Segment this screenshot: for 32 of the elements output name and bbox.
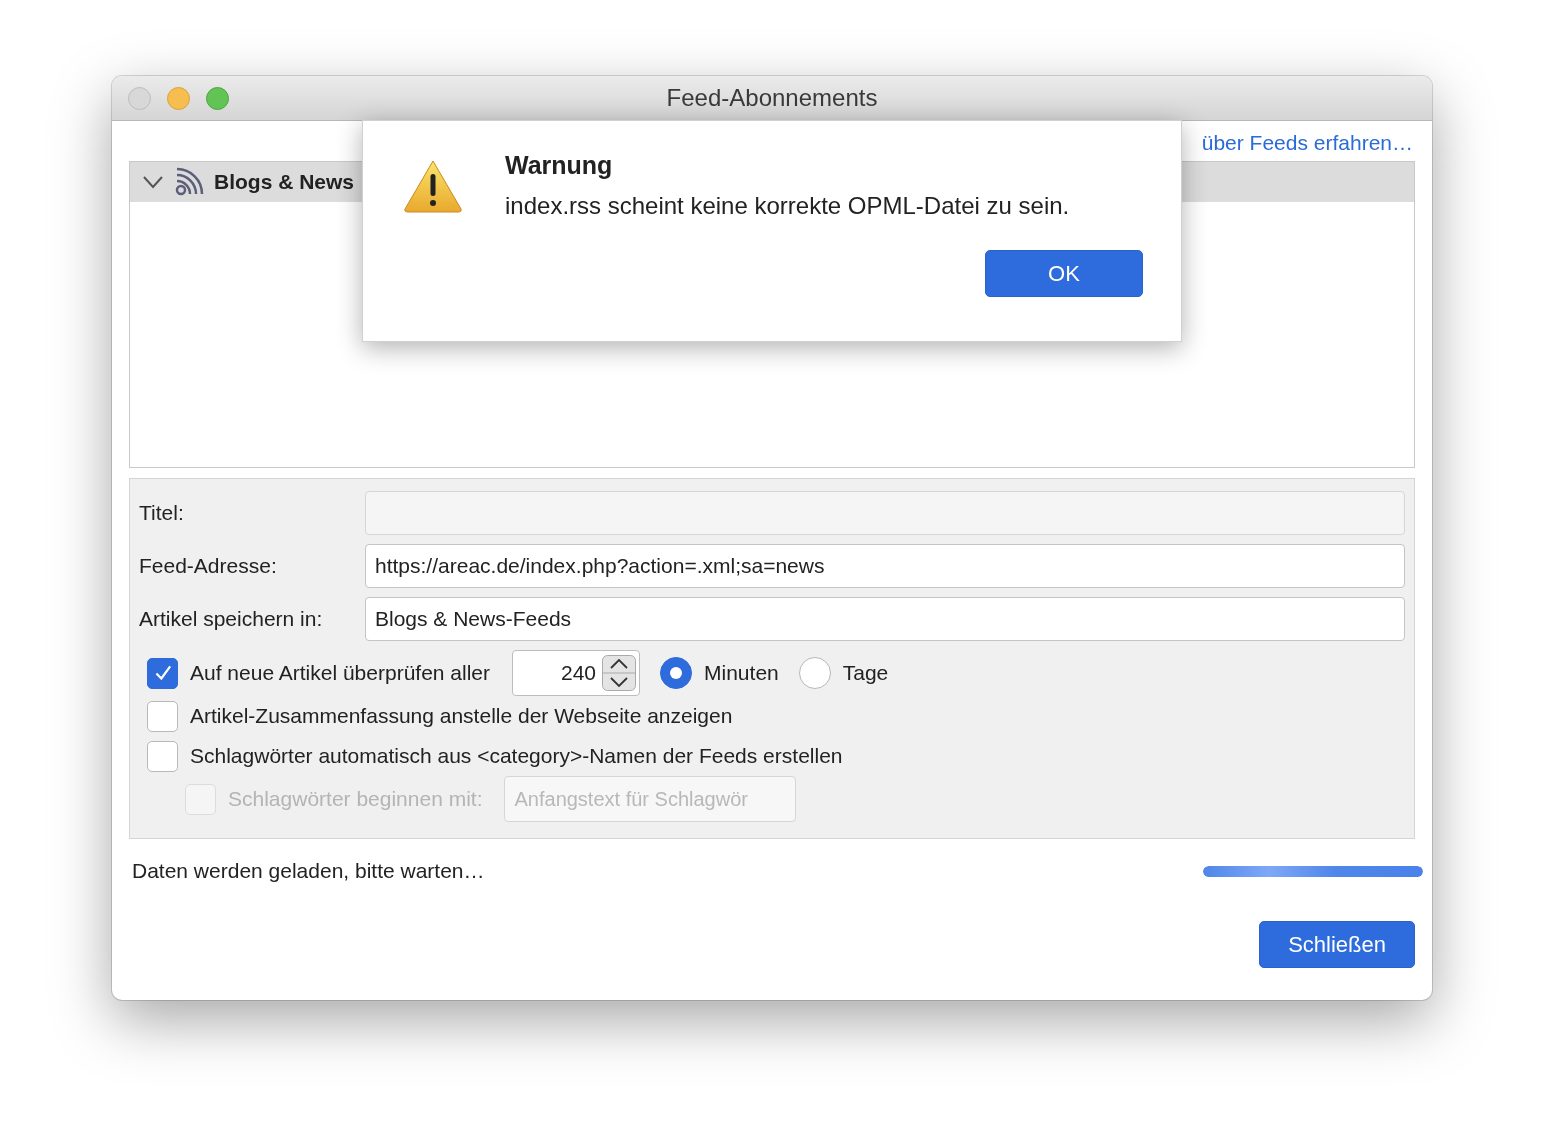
radio-label: Tage	[842, 661, 889, 685]
checkbox[interactable]	[147, 740, 178, 772]
text-field[interactable]: Blogs & News-Feeds	[365, 597, 1405, 641]
field-label: Feed-Adresse:	[139, 554, 278, 578]
checkbox-label: Schlagwörter beginnen mit:	[228, 787, 483, 811]
dialog-message: index.rss scheint keine korrekte OPML-Datei zu sein.	[505, 192, 1071, 220]
window-title: Feed-Abonnements	[666, 84, 878, 111]
info-link[interactable]: über Feeds erfahren…	[1201, 131, 1413, 155]
rss-icon	[174, 167, 204, 197]
dialog-title: Warnung	[505, 151, 614, 180]
radio-button[interactable]	[660, 657, 693, 689]
number-field[interactable]: 240	[512, 650, 641, 696]
radio-label: Minuten	[704, 661, 779, 685]
checkbox-label: Artikel-Zusammenfassung anstelle der Webseite anzeigen	[190, 704, 733, 728]
checkbox-label: Schlagwörter automatisch aus <category>-Namen der Feeds erstellen	[190, 744, 843, 768]
chevron-down-icon[interactable]	[142, 175, 164, 189]
text-field[interactable]: https://areac.de/index.php?action=.xml;sa=news	[365, 544, 1405, 588]
zoom-button[interactable]	[206, 86, 229, 110]
field-label: Titel:	[139, 501, 185, 525]
ok-button[interactable]: OK	[985, 250, 1143, 297]
warning-icon	[403, 159, 463, 213]
field-label: Artikel speichern in:	[139, 607, 324, 631]
stepper-icon[interactable]	[602, 655, 637, 691]
radio-button[interactable]	[798, 657, 831, 689]
close-button[interactable]	[128, 86, 151, 110]
status-text: Daten werden geladen, bitte warten…	[131, 859, 485, 883]
minimize-button[interactable]	[167, 86, 190, 110]
checkbox[interactable]	[147, 657, 178, 689]
close-dialog-button[interactable]: Schließen	[1259, 921, 1415, 968]
tree-item-label: Blogs & News	[214, 170, 355, 194]
checkbox-label: Auf neue Artikel überprüfen aller	[190, 661, 491, 685]
checkbox[interactable]	[147, 700, 178, 732]
